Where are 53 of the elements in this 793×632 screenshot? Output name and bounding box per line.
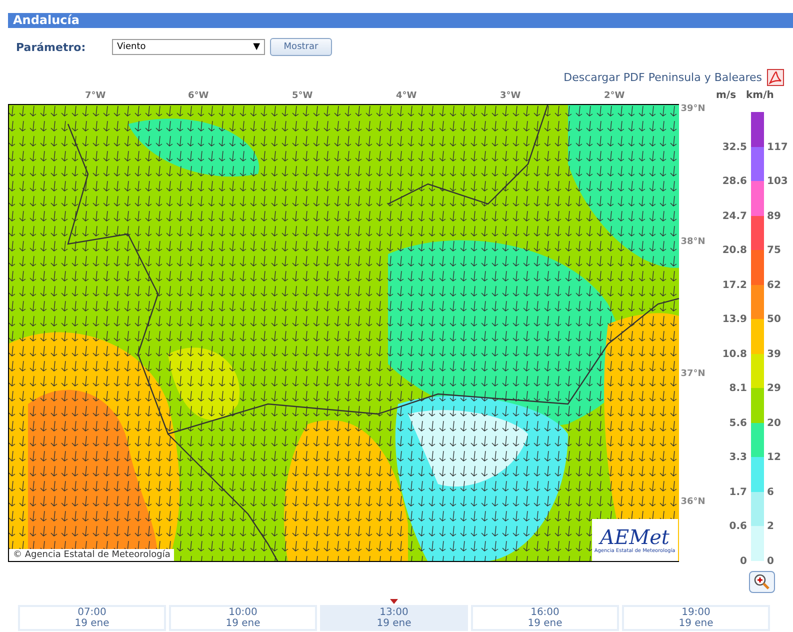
legend-value: 12 <box>767 452 782 463</box>
time-tab[interactable]: 13:00 19 ene <box>320 604 468 630</box>
legend-value: 3.3 <box>728 452 747 463</box>
time-tab[interactable]: 07:00 19 ene <box>18 604 166 630</box>
time-tab[interactable]: 19:00 19 ene <box>622 604 770 630</box>
longitude-label: 3°W <box>500 91 521 101</box>
legend-value: 5.6 <box>728 418 747 428</box>
legend-value: 2 <box>767 521 775 532</box>
legend-value: 0 <box>739 556 747 566</box>
legend-value: 0 <box>767 556 775 566</box>
logo-text: AEMet <box>600 526 670 548</box>
latitude-label: 37°N <box>680 369 706 379</box>
latitude-label: 39°N <box>680 104 706 114</box>
legend-value: 103 <box>767 176 789 187</box>
longitude-label: 2°W <box>604 91 625 101</box>
legend-value: 0.6 <box>728 521 747 532</box>
download-pdf-link[interactable]: Descargar PDF Peninsula y Baleares <box>564 71 762 84</box>
legend-value: 62 <box>767 280 782 290</box>
show-button[interactable]: Mostrar <box>270 38 332 56</box>
legend-value: 17.2 <box>721 280 747 290</box>
pdf-icon[interactable] <box>767 69 784 86</box>
legend-value: 1.7 <box>728 486 747 498</box>
legend-value: 10.8 <box>721 348 747 360</box>
legend-value: 117 <box>767 142 789 152</box>
legend-value: 13.9 <box>721 314 747 325</box>
legend-value: 28.6 <box>721 176 747 187</box>
unit-label: km/h <box>746 90 774 103</box>
copyright-credit: © Agencia Estatal de Meteorología <box>9 549 174 561</box>
section-header: Andalucía <box>8 13 793 28</box>
time-tab[interactable]: 16:00 19 ene <box>471 604 619 630</box>
legend-value: 75 <box>767 245 782 256</box>
longitude-label: 4°W <box>396 91 417 101</box>
unit-label: m/s <box>716 90 736 103</box>
longitude-label: 7°W <box>85 91 106 101</box>
zoom-in-button[interactable] <box>749 570 775 592</box>
zoom-in-icon <box>754 574 770 590</box>
latitude-label: 38°N <box>680 237 706 247</box>
latitude-label: 36°N <box>680 497 706 507</box>
parameter-label: Parámetro: <box>16 40 87 54</box>
legend-value: 20 <box>767 418 782 428</box>
legend-value: 20.8 <box>721 245 747 256</box>
time-tab[interactable]: 10:00 19 ene <box>169 604 317 630</box>
legend-value: 24.7 <box>721 210 747 222</box>
legend-value: 50 <box>767 314 782 325</box>
legend-value: 39 <box>767 348 782 360</box>
legend-value: 8.1 <box>728 383 747 394</box>
legend-value: 29 <box>767 383 782 394</box>
legend-value: 6 <box>767 486 775 498</box>
longitude-label: 5°W <box>292 91 313 101</box>
legend-value: 89 <box>767 210 782 222</box>
longitude-label: 6°W <box>188 91 209 101</box>
legend-value: 32.5 <box>721 142 747 152</box>
parameter-dropdown[interactable]: Viento ▼ <box>112 39 265 55</box>
